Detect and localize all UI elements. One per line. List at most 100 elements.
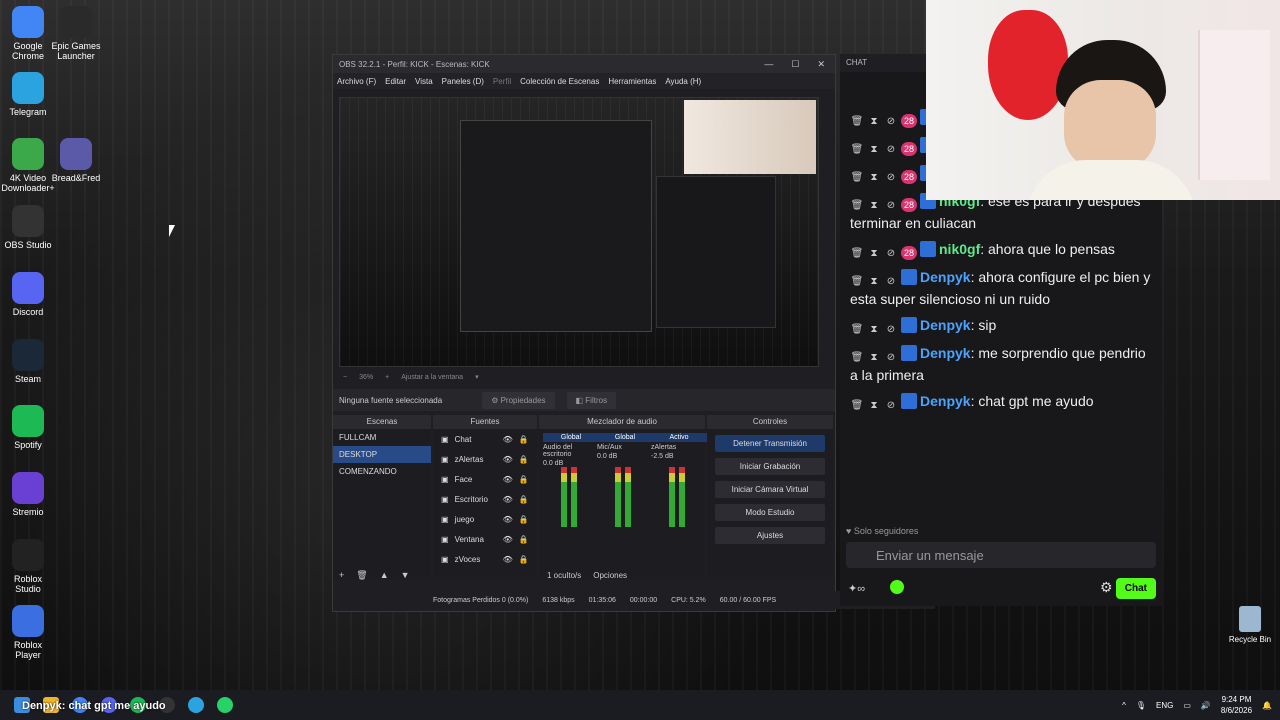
source-item[interactable]: ▣ zVoces 👁 🔒 bbox=[433, 549, 537, 569]
ban-icon[interactable]: ⊘ bbox=[884, 247, 898, 261]
obs-titlebar[interactable]: OBS 32.2.1 - Perfil: KICK - Escenas: KIC… bbox=[333, 55, 835, 73]
chat-username[interactable]: Denpyk bbox=[920, 393, 971, 409]
delete-icon[interactable]: 🗑 bbox=[356, 570, 367, 581]
eye-icon[interactable]: 👁 bbox=[503, 515, 513, 524]
chevron-up-icon[interactable]: ^ bbox=[1122, 701, 1126, 710]
start-recording-button[interactable]: Iniciar Grabación bbox=[715, 458, 825, 475]
network-icon[interactable]: ▭ bbox=[1183, 701, 1191, 710]
obs-preview[interactable] bbox=[339, 97, 819, 367]
trash-icon[interactable]: 🗑 bbox=[850, 247, 864, 261]
trash-icon[interactable]: 🗑 bbox=[850, 351, 864, 365]
menu-herramientas[interactable]: Herramientas bbox=[608, 77, 656, 86]
eye-icon[interactable]: 👁 bbox=[503, 555, 513, 564]
desktop-icon-spotify[interactable]: Spotify bbox=[0, 405, 56, 450]
zoom-out-icon[interactable]: − bbox=[343, 374, 347, 381]
scene-item[interactable]: DESKTOP bbox=[333, 446, 431, 463]
desktop-icon-roblox[interactable]: Roblox Player bbox=[0, 605, 56, 660]
ban-icon[interactable]: ⊘ bbox=[884, 399, 898, 413]
ban-icon[interactable]: ⊘ bbox=[884, 115, 898, 129]
up-icon[interactable]: ▲ bbox=[380, 570, 389, 580]
desktop-icon-steam[interactable]: Steam bbox=[0, 339, 56, 384]
lock-icon[interactable]: 🔒 bbox=[519, 555, 529, 564]
down-icon[interactable]: ▼ bbox=[401, 570, 410, 580]
trash-icon[interactable]: 🗑 bbox=[850, 199, 864, 213]
trash-icon[interactable]: 🗑 bbox=[850, 143, 864, 157]
trash-icon[interactable]: 🗑 bbox=[850, 275, 864, 289]
ban-icon[interactable]: ⊘ bbox=[884, 275, 898, 289]
chat-username[interactable]: nik0gf bbox=[939, 241, 980, 257]
eye-icon[interactable]: 👁 bbox=[503, 495, 513, 504]
mixer-options[interactable]: Opciones bbox=[593, 571, 627, 580]
timeout-icon[interactable]: ⧗ bbox=[867, 199, 881, 213]
ban-icon[interactable]: ⊘ bbox=[884, 143, 898, 157]
ban-icon[interactable]: ⊘ bbox=[884, 323, 898, 337]
studio-mode-button[interactable]: Modo Estudio bbox=[715, 504, 825, 521]
timeout-icon[interactable]: ⧗ bbox=[867, 323, 881, 337]
eye-icon[interactable]: 👁 bbox=[503, 535, 513, 544]
timeout-icon[interactable]: ⧗ bbox=[867, 275, 881, 289]
timeout-icon[interactable]: ⧗ bbox=[867, 143, 881, 157]
timeout-icon[interactable]: ⧗ bbox=[867, 247, 881, 261]
eye-icon[interactable]: 👁 bbox=[503, 475, 513, 484]
trash-icon[interactable]: 🗑 bbox=[850, 171, 864, 185]
source-item[interactable]: ▣ Chat 👁 🔒 bbox=[433, 429, 537, 449]
desktop-icon-obs[interactable]: OBS Studio bbox=[0, 205, 56, 250]
hidden-count[interactable]: 1 oculto/s bbox=[547, 571, 581, 580]
mic-icon[interactable]: 🎙 bbox=[1136, 701, 1146, 710]
menu-perfil[interactable]: Perfil bbox=[493, 77, 511, 86]
ban-icon[interactable]: ⊘ bbox=[884, 199, 898, 213]
desktop-icon-telegram[interactable]: Telegram bbox=[0, 72, 56, 117]
recycle-bin[interactable]: Recycle Bin bbox=[1222, 606, 1278, 644]
timeout-icon[interactable]: ⧗ bbox=[867, 351, 881, 365]
channel-name[interactable]: Audio del escritorio bbox=[543, 442, 599, 460]
trash-icon[interactable]: 🗑 bbox=[850, 323, 864, 337]
chat-send-button[interactable]: Chat bbox=[1115, 578, 1156, 599]
timeout-icon[interactable]: ⧗ bbox=[867, 115, 881, 129]
settings-button[interactable]: Ajustes bbox=[715, 527, 825, 544]
minimize-icon[interactable]: — bbox=[764, 59, 773, 70]
source-item[interactable]: ▣ Face 👁 🔒 bbox=[433, 469, 537, 489]
chat-input[interactable]: Enviar un mensaje bbox=[846, 542, 1156, 568]
scene-item[interactable]: COMENZANDO bbox=[333, 463, 431, 480]
lock-icon[interactable]: 🔒 bbox=[519, 475, 529, 484]
scene-item[interactable]: FULLCAM bbox=[333, 429, 431, 446]
eye-icon[interactable]: 👁 bbox=[503, 435, 513, 444]
lock-icon[interactable]: 🔒 bbox=[519, 515, 529, 524]
menu-ayuda[interactable]: Ayuda (H) bbox=[665, 77, 701, 86]
lock-icon[interactable]: 🔒 bbox=[519, 495, 529, 504]
virtual-camera-button[interactable]: Iniciar Cámara Virtual bbox=[715, 481, 825, 498]
menu-vista[interactable]: Vista bbox=[415, 77, 433, 86]
source-item[interactable]: ▣ zAlertas 👁 🔒 bbox=[433, 449, 537, 469]
trash-icon[interactable]: 🗑 bbox=[850, 115, 864, 129]
channel-name[interactable]: zAlertas bbox=[651, 442, 707, 453]
notification-icon[interactable]: 🔔 bbox=[1262, 701, 1272, 710]
desktop-icon-discord[interactable]: Discord bbox=[0, 272, 56, 317]
menu-coleccion[interactable]: Colección de Escenas bbox=[520, 77, 599, 86]
chat-username[interactable]: Denpyk bbox=[920, 317, 971, 333]
properties-button[interactable]: ⚙ Propiedades bbox=[482, 391, 555, 409]
clock[interactable]: 9:24 PM 8/6/2026 bbox=[1221, 694, 1252, 716]
channel-name[interactable]: Mic/Aux bbox=[597, 442, 653, 453]
timeout-icon[interactable]: ⧗ bbox=[867, 399, 881, 413]
close-icon[interactable]: ✕ bbox=[817, 59, 825, 70]
ban-icon[interactable]: ⊘ bbox=[884, 351, 898, 365]
lock-icon[interactable]: 🔒 bbox=[519, 435, 529, 444]
zoom-in-icon[interactable]: + bbox=[385, 374, 389, 381]
points-icon[interactable]: ✦∞ bbox=[848, 582, 865, 595]
lock-icon[interactable]: 🔒 bbox=[519, 455, 529, 464]
volume-icon[interactable]: 🔊 bbox=[1201, 701, 1211, 710]
gear-icon[interactable]: ⚙ bbox=[1100, 579, 1113, 596]
language[interactable]: ENG bbox=[1156, 701, 1173, 710]
ban-icon[interactable]: ⊘ bbox=[884, 171, 898, 185]
source-item[interactable]: ▣ Ventana 👁 🔒 bbox=[433, 529, 537, 549]
kick-icon[interactable] bbox=[890, 580, 904, 594]
whatsapp-icon[interactable] bbox=[217, 697, 233, 713]
add-icon[interactable]: + bbox=[339, 570, 344, 580]
timeout-icon[interactable]: ⧗ bbox=[867, 171, 881, 185]
chat-username[interactable]: Denpyk bbox=[920, 345, 971, 361]
desktop-icon-game[interactable]: Bread&Fred bbox=[48, 138, 104, 183]
eye-icon[interactable]: 👁 bbox=[503, 455, 513, 464]
source-item[interactable]: ▣ juego 👁 🔒 bbox=[433, 509, 537, 529]
stop-stream-button[interactable]: Detener Transmisión bbox=[715, 435, 825, 452]
filters-button[interactable]: ◧ Filtros bbox=[566, 391, 617, 409]
